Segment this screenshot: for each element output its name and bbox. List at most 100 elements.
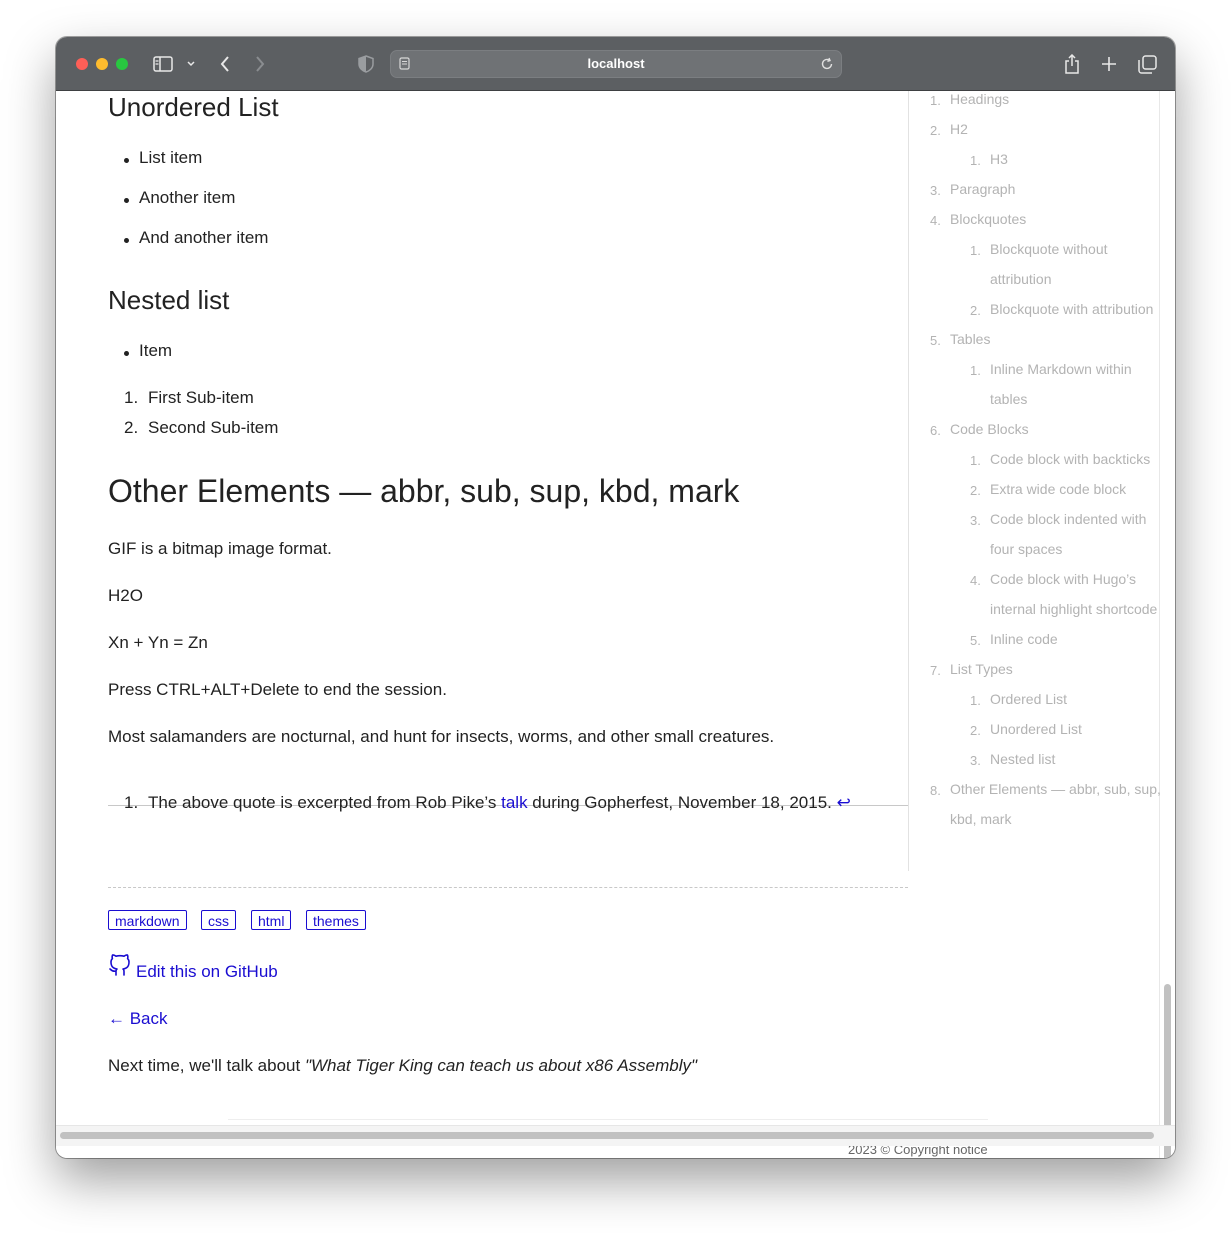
talk-link[interactable]: talk: [501, 793, 527, 812]
next-time-title: "What Tiger King can teach us about x86 …: [304, 1056, 698, 1075]
footnote-text: The above quote is excerpted from Rob Pi…: [148, 793, 502, 812]
footnote-backref-icon[interactable]: ↩: [837, 793, 851, 812]
toc-item-number: 7.: [930, 663, 941, 678]
toc-item-link[interactable]: kbd, mark: [950, 811, 1011, 827]
footer-divider: [228, 1119, 988, 1120]
horizontal-scrollbar[interactable]: [60, 1132, 1154, 1139]
toc-item-number: 4.: [970, 573, 981, 588]
toc-item-link[interactable]: Paragraph: [950, 181, 1015, 197]
sidebar-icon[interactable]: [152, 53, 174, 75]
toc-item-link[interactable]: Headings: [950, 91, 1009, 107]
toc-item-number: 2.: [930, 123, 941, 138]
footnote-number: 1.: [124, 793, 139, 812]
list-item: Second Sub-item: [148, 418, 279, 437]
toc-item-number: 6.: [930, 423, 941, 438]
toc-item-number: 2.: [970, 723, 981, 738]
browser-toolbar: localhost: [56, 37, 1175, 91]
bullet-marker: [124, 198, 129, 203]
footnote-text-end: during Gopherfest, November 18, 2015.: [527, 793, 837, 812]
close-window-button[interactable]: [76, 58, 88, 70]
bullet-marker: [124, 351, 129, 356]
toc-item-link[interactable]: Code block with Hugo’s: [990, 571, 1136, 587]
toc-item-number: 5.: [930, 333, 941, 348]
reload-icon[interactable]: [819, 55, 835, 73]
toc-item-link[interactable]: Nested list: [990, 751, 1055, 767]
minimize-window-button[interactable]: [96, 58, 108, 70]
back-link[interactable]: ← Back: [108, 1009, 168, 1029]
tag-html[interactable]: html: [251, 910, 292, 930]
github-icon: [108, 951, 132, 982]
list-item: First Sub-item: [148, 388, 254, 407]
url-text: localhost: [587, 56, 645, 71]
toc-item-number: 3.: [970, 753, 981, 768]
page-right-border: [1159, 91, 1160, 1158]
bullet-marker: [124, 158, 129, 163]
list-item: And another item: [139, 228, 269, 247]
toc-item-link[interactable]: Tables: [950, 331, 990, 347]
tabs-overview-icon[interactable]: [1136, 53, 1158, 75]
toc-item-number: 1.: [970, 453, 981, 468]
list-number: 2.: [124, 418, 139, 437]
toc-item-number: 1.: [970, 153, 981, 168]
edit-on-github-label: Edit this on GitHub: [136, 962, 278, 981]
toc-item-link[interactable]: tables: [990, 391, 1027, 407]
toc-item-link[interactable]: four spaces: [990, 541, 1062, 557]
toc-item-link[interactable]: Blockquote with attribution: [990, 301, 1153, 317]
toc-item-number: 5.: [970, 633, 981, 648]
shield-icon[interactable]: [356, 53, 376, 75]
paragraph-sub: H2O: [108, 586, 143, 605]
tag-markdown[interactable]: markdown: [108, 910, 187, 930]
page-viewport: Unordered List List item Another item An…: [56, 91, 1175, 1158]
new-tab-icon[interactable]: [1099, 53, 1119, 75]
toc-item-link[interactable]: Ordered List: [990, 691, 1067, 707]
chevron-down-icon[interactable]: [184, 53, 198, 75]
toc-item-link[interactable]: Unordered List: [990, 721, 1082, 737]
toc-item-number: 3.: [930, 183, 941, 198]
toc-divider: [908, 91, 909, 871]
paragraph-sup: Xn + Yn = Zn: [108, 633, 208, 652]
toc-item-link[interactable]: internal highlight shortcode: [990, 601, 1157, 617]
toc-item-number: 8.: [930, 783, 941, 798]
list-item: Another item: [139, 188, 236, 207]
paragraph-mark: Most salamanders are nocturnal, and hunt…: [108, 727, 775, 746]
share-icon[interactable]: [1062, 53, 1082, 75]
toc-item-number: 1.: [970, 693, 981, 708]
browser-window: localhost Unordered List List item Anoth…: [56, 37, 1175, 1158]
forward-icon[interactable]: [251, 53, 269, 75]
toc-item-number: 2.: [970, 303, 981, 318]
paragraph-abbr: GIF is a bitmap image format.: [108, 539, 332, 558]
list-number: 1.: [124, 388, 139, 407]
back-icon[interactable]: [216, 53, 234, 75]
toc-item-link[interactable]: Code Blocks: [950, 421, 1029, 437]
tag-themes[interactable]: themes: [306, 910, 366, 930]
post-divider: [108, 887, 908, 888]
paragraph-kbd: Press CTRL+ALT+Delete to end the session…: [108, 680, 447, 699]
list-item: List item: [139, 148, 203, 167]
toc-item-link[interactable]: Extra wide code block: [990, 481, 1126, 497]
address-bar[interactable]: localhost: [390, 50, 842, 78]
toc-item-link[interactable]: Blockquotes: [950, 211, 1026, 227]
next-time-prefix: Next time, we'll talk about: [108, 1056, 305, 1075]
other-elements-heading: Other Elements — abbr, sub, sup, kbd, ma…: [108, 473, 740, 509]
toc-item-link[interactable]: H3: [990, 151, 1008, 167]
tag-css[interactable]: css: [201, 910, 236, 930]
toc-item-number: 1.: [970, 243, 981, 258]
unordered-list-heading: Unordered List: [108, 92, 279, 122]
toc-item-link[interactable]: Blockquote without: [990, 241, 1108, 257]
toc-item-link[interactable]: H2: [950, 121, 968, 137]
toc-item-number: 3.: [970, 513, 981, 528]
toc-item-link[interactable]: Inline code: [990, 631, 1058, 647]
nested-list-heading: Nested list: [108, 285, 230, 315]
toc-item-link[interactable]: Other Elements — abbr, sub, sup,: [950, 781, 1161, 797]
footnote: The above quote is excerpted from Rob Pi…: [148, 793, 851, 813]
toc-item-number: 2.: [970, 483, 981, 498]
next-time-text: Next time, we'll talk about "What Tiger …: [108, 1056, 697, 1076]
toc-item-link[interactable]: Code block with backticks: [990, 451, 1150, 467]
toc-item-link[interactable]: attribution: [990, 271, 1051, 287]
list-item: Item: [139, 341, 173, 360]
toc-item-link[interactable]: List Types: [950, 661, 1013, 677]
bullet-marker: [124, 238, 129, 243]
zoom-window-button[interactable]: [116, 58, 128, 70]
toc-item-link[interactable]: Inline Markdown within: [990, 361, 1132, 377]
toc-item-link[interactable]: Code block indented with: [990, 511, 1146, 527]
